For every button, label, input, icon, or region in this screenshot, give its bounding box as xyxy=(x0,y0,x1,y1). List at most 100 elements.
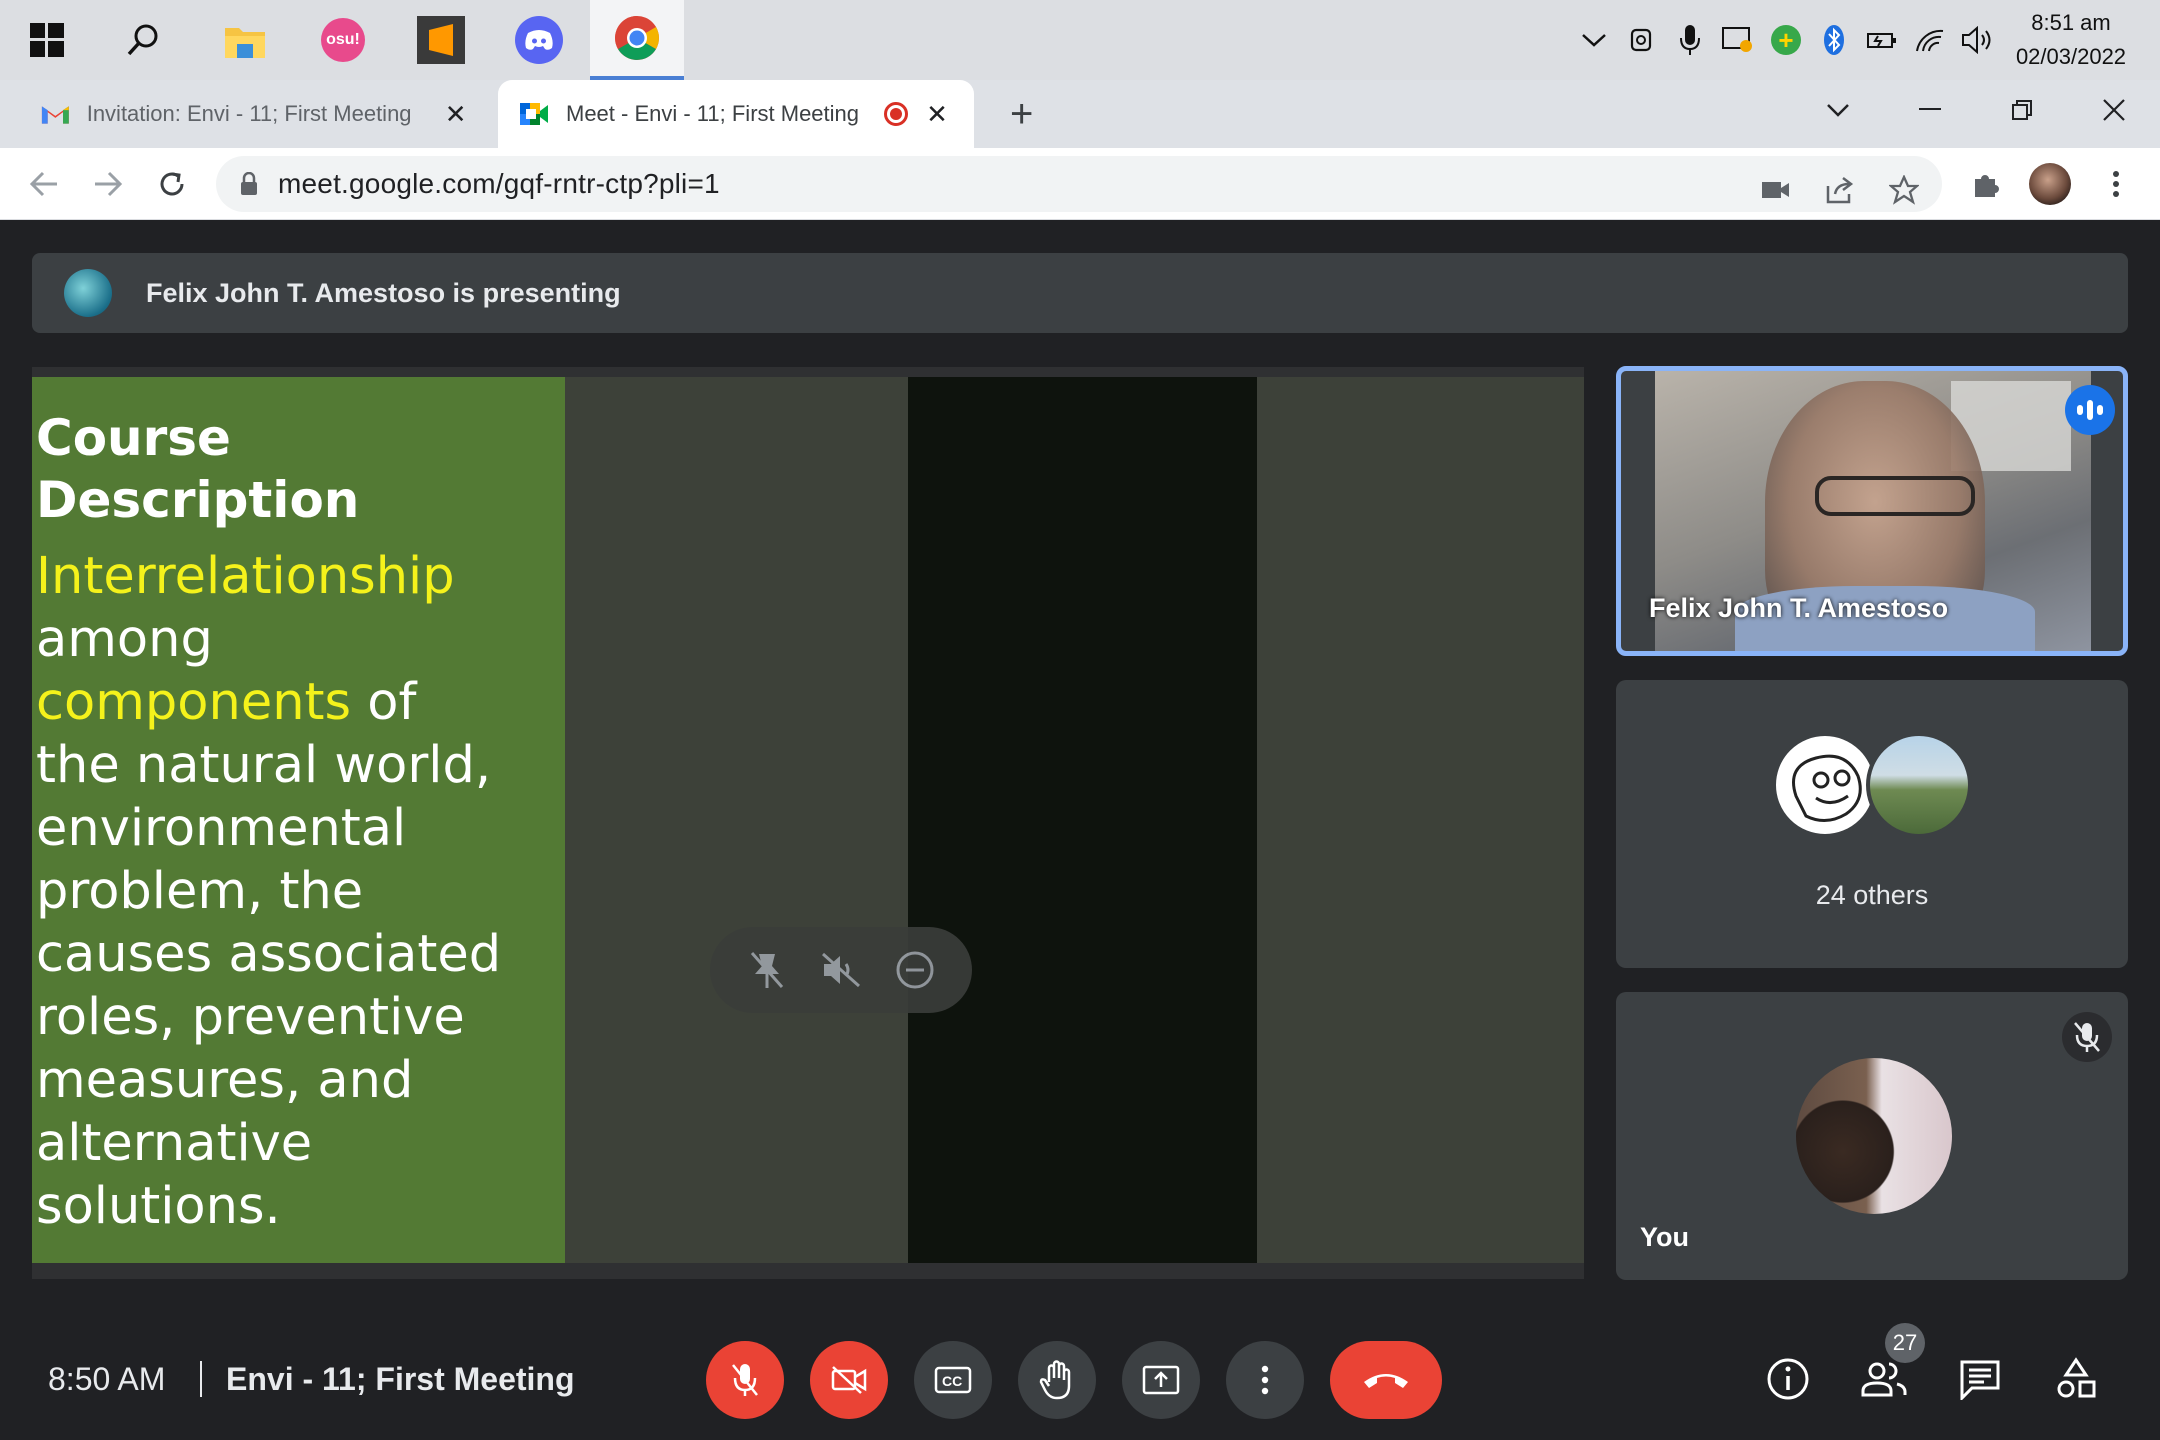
green-plus-icon[interactable]: + xyxy=(1762,0,1810,80)
slide-dark-panel xyxy=(908,377,1257,1263)
microphone-icon[interactable] xyxy=(1666,0,1714,80)
speaking-indicator-icon xyxy=(2065,385,2115,435)
reload-icon[interactable] xyxy=(146,158,198,210)
lock-icon[interactable] xyxy=(240,172,258,196)
slide-suffix: of xyxy=(351,673,417,732)
tab-title: Meet - Envi - 11; First Meeting xyxy=(566,101,860,126)
clock-date: 02/03/2022 xyxy=(2015,44,2127,69)
camera-in-use-icon[interactable] xyxy=(1756,170,1796,210)
end-call-button[interactable] xyxy=(1330,1341,1442,1419)
svg-text:CC: CC xyxy=(942,1373,962,1389)
presenting-banner: Felix John T. Amestoso is presenting xyxy=(32,253,2128,333)
chat-button[interactable] xyxy=(1950,1349,2010,1409)
slide-line: alternative xyxy=(36,1114,313,1173)
meet-icon xyxy=(520,103,548,125)
participant-tile-self[interactable]: You xyxy=(1616,992,2128,1280)
extensions-puzzle-icon[interactable] xyxy=(1960,158,2012,210)
chrome-icon[interactable] xyxy=(590,0,684,80)
tab-gmail-invitation[interactable]: Invitation: Envi - 11; First Meeting ✕ xyxy=(20,80,490,148)
microphone-toggle-button[interactable] xyxy=(706,1341,784,1419)
captions-button[interactable]: CC xyxy=(914,1341,992,1419)
info-icon xyxy=(1767,1358,1809,1400)
wifi-icon[interactable] xyxy=(1906,0,1954,80)
browser-toolbar: meet.google.com/gqf-rntr-ctp?pli=1 xyxy=(0,148,2160,220)
new-tab-button[interactable]: + xyxy=(990,80,1050,148)
windows-taskbar: osu! + 8:51 am 02/03/2022 xyxy=(0,0,2160,80)
close-icon[interactable]: ✕ xyxy=(922,99,952,130)
slide-highlight: components xyxy=(36,673,352,732)
tab-title: Invitation: Envi - 11; First Meeting xyxy=(86,101,412,126)
avatar xyxy=(1866,732,1972,838)
slide-line: roles, preventive xyxy=(36,988,465,1047)
pin-off-icon[interactable] xyxy=(742,945,792,995)
avatar xyxy=(1772,732,1878,838)
folder-icon[interactable] xyxy=(198,0,292,80)
minimize-icon[interactable] xyxy=(1884,80,1976,140)
hand-icon xyxy=(1039,1360,1071,1400)
discord-icon[interactable] xyxy=(492,0,586,80)
present-screen-button[interactable] xyxy=(1122,1341,1200,1419)
osu-icon[interactable]: osu! xyxy=(296,0,390,80)
bluetooth-icon[interactable] xyxy=(1810,0,1858,80)
windows-start-icon[interactable] xyxy=(0,0,94,80)
slide-text-panel: Course Description Interrelationship amo… xyxy=(32,377,565,1263)
tab-meet[interactable]: Meet - Envi - 11; First Meeting ✕ xyxy=(498,80,974,148)
restore-icon[interactable] xyxy=(1976,80,2068,140)
screen-share-icon[interactable] xyxy=(1714,0,1762,80)
closed-captions-icon: CC xyxy=(934,1366,972,1394)
camera-app-icon[interactable] xyxy=(1618,0,1666,80)
participant-name: Felix John T. Amestoso xyxy=(1649,593,1949,623)
slide-line: among xyxy=(36,610,213,669)
slide-line: measures, and xyxy=(36,1051,414,1110)
profile-avatar[interactable] xyxy=(2024,158,2076,210)
tab-search-chevron-icon[interactable] xyxy=(1792,80,1884,140)
tile-hover-controls xyxy=(710,927,972,1013)
call-control-bar: 8:50 AM Envi - 11; First Meeting CC 27 xyxy=(0,1321,2160,1440)
camera-off-icon xyxy=(831,1366,867,1394)
people-icon xyxy=(1861,1362,1907,1397)
search-icon[interactable] xyxy=(96,0,190,80)
close-window-icon[interactable] xyxy=(2068,80,2160,140)
meet-call-view: Felix John T. Amestoso is presenting Cou… xyxy=(0,221,2160,1440)
mute-audio-icon[interactable] xyxy=(816,945,866,995)
slide-line: Interrelationship xyxy=(36,547,455,606)
slide-line: the natural world, xyxy=(36,736,492,795)
chevron-up-icon[interactable] xyxy=(1570,0,1618,80)
clock-time: 8:51 am xyxy=(2031,10,2111,35)
chat-icon xyxy=(1960,1360,2000,1400)
slide-title: Description xyxy=(36,471,360,529)
others-count-label: 24 others xyxy=(1815,880,1929,910)
presentation-stage[interactable]: Course Description Interrelationship amo… xyxy=(32,367,1584,1279)
meeting-details-button[interactable] xyxy=(1758,1349,1818,1409)
forward-arrow-icon[interactable] xyxy=(82,158,134,210)
close-icon[interactable]: ✕ xyxy=(441,99,470,130)
mic-off-icon xyxy=(732,1364,758,1396)
slide-body: Interrelationship among components of th… xyxy=(36,545,565,1238)
volume-icon[interactable] xyxy=(1954,0,2002,80)
activities-button[interactable] xyxy=(2046,1349,2106,1409)
meeting-title: Envi - 11; First Meeting xyxy=(226,1361,575,1397)
recording-icon xyxy=(884,102,908,126)
presenting-text: Felix John T. Amestoso is presenting xyxy=(146,277,621,308)
bookmark-star-icon[interactable] xyxy=(1884,170,1924,210)
battery-charging-icon[interactable] xyxy=(1858,0,1906,80)
raise-hand-button[interactable] xyxy=(1018,1341,1096,1419)
slide-line: environmental xyxy=(36,799,407,858)
system-clock[interactable]: 8:51 am 02/03/2022 xyxy=(2006,6,2136,74)
slide-line: components of xyxy=(36,671,565,734)
slide-title: Course xyxy=(36,409,231,467)
participant-tile-others[interactable]: 24 others xyxy=(1616,680,2128,968)
more-vert-icon[interactable] xyxy=(2090,158,2142,210)
address-bar[interactable]: meet.google.com/gqf-rntr-ctp?pli=1 xyxy=(216,156,1942,212)
camera-toggle-button[interactable] xyxy=(810,1341,888,1419)
slide-line: problem, the xyxy=(36,862,364,921)
sublime-text-icon[interactable] xyxy=(394,0,488,80)
back-arrow-icon[interactable] xyxy=(18,158,70,210)
more-options-button[interactable] xyxy=(1226,1341,1304,1419)
osu-label: osu! xyxy=(321,18,365,62)
meeting-time: 8:50 AM xyxy=(48,1361,166,1397)
participant-tile-presenter[interactable]: Felix John T. Amestoso xyxy=(1616,366,2128,656)
share-icon[interactable] xyxy=(1820,170,1860,210)
avatar xyxy=(64,269,112,317)
remove-icon[interactable] xyxy=(890,945,940,995)
